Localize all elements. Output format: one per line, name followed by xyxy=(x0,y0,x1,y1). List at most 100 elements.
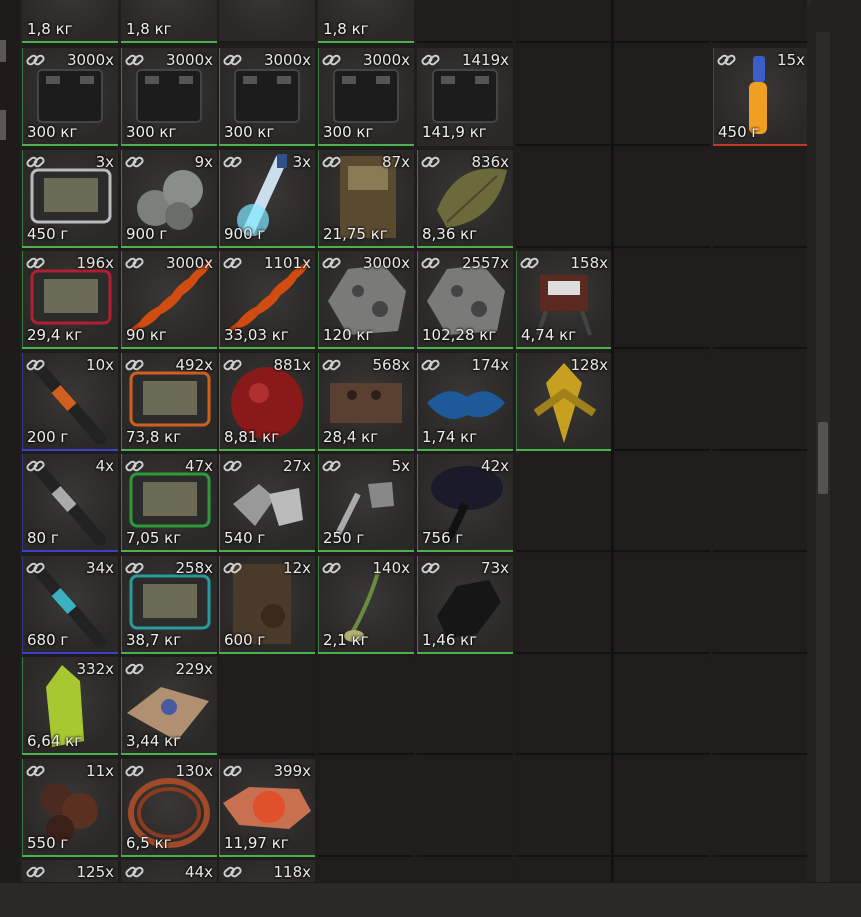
empty-slot[interactable] xyxy=(614,860,710,883)
inventory-slot[interactable]: 3000x 300 кг xyxy=(318,48,414,146)
inventory-slot[interactable]: 3000x 90 кг xyxy=(121,251,217,349)
inventory-slot[interactable]: 118x xyxy=(219,860,315,883)
empty-slot[interactable] xyxy=(614,657,710,755)
inventory-slot[interactable]: 1,8 кг xyxy=(318,0,414,43)
item-weight: 28,4 кг xyxy=(323,428,379,446)
inventory-slot[interactable]: 47x 7,05 кг xyxy=(121,454,217,552)
stack-count: 332x xyxy=(76,660,114,678)
inventory-slot[interactable]: 1419x 141,9 кг xyxy=(417,48,513,146)
inventory-slot[interactable]: 174x 1,74 кг xyxy=(417,353,513,451)
item-weight: 900 г xyxy=(126,225,168,243)
inventory-slot[interactable]: 140x 2,1 кг xyxy=(318,556,414,654)
inventory-slot[interactable]: 130x 6,5 кг xyxy=(121,759,217,857)
inventory-slot[interactable]: 4x 80 г xyxy=(22,454,118,552)
empty-slot[interactable] xyxy=(713,251,807,349)
inventory-slot[interactable]: 15x 450 г xyxy=(713,48,807,146)
scrollbar-thumb[interactable] xyxy=(818,422,828,494)
rarity-bar xyxy=(318,449,414,451)
empty-slot[interactable] xyxy=(614,454,710,552)
item-weight: 756 г xyxy=(422,529,464,547)
inventory-slot[interactable]: 1,8 кг xyxy=(121,0,217,43)
empty-slot[interactable] xyxy=(713,759,807,857)
empty-slot[interactable] xyxy=(713,150,807,248)
empty-slot[interactable] xyxy=(417,759,513,857)
empty-slot[interactable] xyxy=(318,759,414,857)
inventory-slot[interactable]: 3000x 300 кг xyxy=(121,48,217,146)
empty-slot[interactable] xyxy=(614,556,710,654)
inventory-slot[interactable]: 3x 900 г xyxy=(219,150,315,248)
inventory-slot[interactable]: 3000x 300 кг xyxy=(22,48,118,146)
inventory-slot[interactable]: 196x 29,4 кг xyxy=(22,251,118,349)
empty-slot[interactable] xyxy=(318,657,414,755)
inventory-slot[interactable]: 10x 200 г xyxy=(22,353,118,451)
item-weight: 73,8 кг xyxy=(126,428,182,446)
inventory-slot[interactable]: 42x 756 г xyxy=(417,454,513,552)
inventory-slot[interactable] xyxy=(219,0,315,43)
inventory-slot[interactable]: 836x 8,36 кг xyxy=(417,150,513,248)
empty-slot[interactable] xyxy=(614,0,710,43)
item-weight: 8,81 кг xyxy=(224,428,280,446)
inventory-slot[interactable]: 399x 11,97 кг xyxy=(219,759,315,857)
inventory-slot[interactable]: 158x 4,74 кг xyxy=(516,251,612,349)
inventory-slot[interactable]: 229x 3,44 кг xyxy=(121,657,217,755)
empty-slot[interactable] xyxy=(417,860,513,883)
empty-slot[interactable] xyxy=(713,454,807,552)
empty-slot[interactable] xyxy=(713,860,807,883)
empty-slot[interactable] xyxy=(417,0,513,43)
inventory-slot[interactable]: 881x 8,81 кг xyxy=(219,353,315,451)
inventory-slot[interactable]: 9x 900 г xyxy=(121,150,217,248)
empty-slot[interactable] xyxy=(516,150,612,248)
empty-slot[interactable] xyxy=(713,657,807,755)
item-weight: 38,7 кг xyxy=(126,631,182,649)
empty-slot[interactable] xyxy=(516,48,612,146)
inventory-slot[interactable]: 3x 450 г xyxy=(22,150,118,248)
inventory-slot[interactable]: 568x 28,4 кг xyxy=(318,353,414,451)
empty-slot[interactable] xyxy=(614,150,710,248)
empty-slot[interactable] xyxy=(516,860,612,883)
empty-slot[interactable] xyxy=(713,353,807,451)
stack-count: 399x xyxy=(273,762,311,780)
empty-slot[interactable] xyxy=(614,48,710,146)
empty-slot[interactable] xyxy=(614,353,710,451)
rarity-bar xyxy=(219,144,315,146)
empty-slot[interactable] xyxy=(516,556,612,654)
empty-slot[interactable] xyxy=(417,657,513,755)
inventory-slot[interactable]: 11x 550 г xyxy=(22,759,118,857)
item-weight: 450 г xyxy=(27,225,69,243)
empty-slot[interactable] xyxy=(516,759,612,857)
inventory-slot[interactable]: 34x 680 г xyxy=(22,556,118,654)
rarity-bar xyxy=(713,144,807,146)
inventory-slot[interactable]: 128x xyxy=(516,353,612,451)
empty-slot[interactable] xyxy=(713,556,807,654)
rarity-edge xyxy=(516,353,517,451)
inventory-slot[interactable]: 12x 600 г xyxy=(219,556,315,654)
empty-slot[interactable] xyxy=(516,0,612,43)
empty-slot[interactable] xyxy=(318,860,414,883)
inventory-slot[interactable]: 27x 540 г xyxy=(219,454,315,552)
rarity-edge xyxy=(121,353,122,451)
empty-slot[interactable] xyxy=(614,251,710,349)
empty-slot[interactable] xyxy=(516,657,612,755)
inventory-slot[interactable]: 125x xyxy=(22,860,118,883)
empty-slot[interactable] xyxy=(219,657,315,755)
rail-handle[interactable] xyxy=(0,110,6,140)
inventory-slot[interactable]: 2557x 102,28 кг xyxy=(417,251,513,349)
empty-slot[interactable] xyxy=(614,759,710,857)
inventory-slot[interactable]: 1,8 кг xyxy=(22,0,118,43)
inventory-slot[interactable]: 73x 1,46 кг xyxy=(417,556,513,654)
item-weight: 300 кг xyxy=(27,123,78,141)
inventory-slot[interactable]: 87x 21,75 кг xyxy=(318,150,414,248)
inventory-slot[interactable]: 1101x 33,03 кг xyxy=(219,251,315,349)
bottom-bar xyxy=(0,882,861,917)
inventory-slot[interactable]: 3000x 120 кг xyxy=(318,251,414,349)
inventory-slot[interactable]: 5x 250 г xyxy=(318,454,414,552)
stack-count: 3000x xyxy=(362,51,410,69)
inventory-slot[interactable]: 258x 38,7 кг xyxy=(121,556,217,654)
inventory-slot[interactable]: 3000x 300 кг xyxy=(219,48,315,146)
empty-slot[interactable] xyxy=(713,0,807,43)
inventory-slot[interactable]: 492x 73,8 кг xyxy=(121,353,217,451)
inventory-slot[interactable]: 332x 6,64 кг xyxy=(22,657,118,755)
inventory-slot[interactable]: 44x xyxy=(121,860,217,883)
empty-slot[interactable] xyxy=(516,454,612,552)
rail-handle[interactable] xyxy=(0,40,6,62)
